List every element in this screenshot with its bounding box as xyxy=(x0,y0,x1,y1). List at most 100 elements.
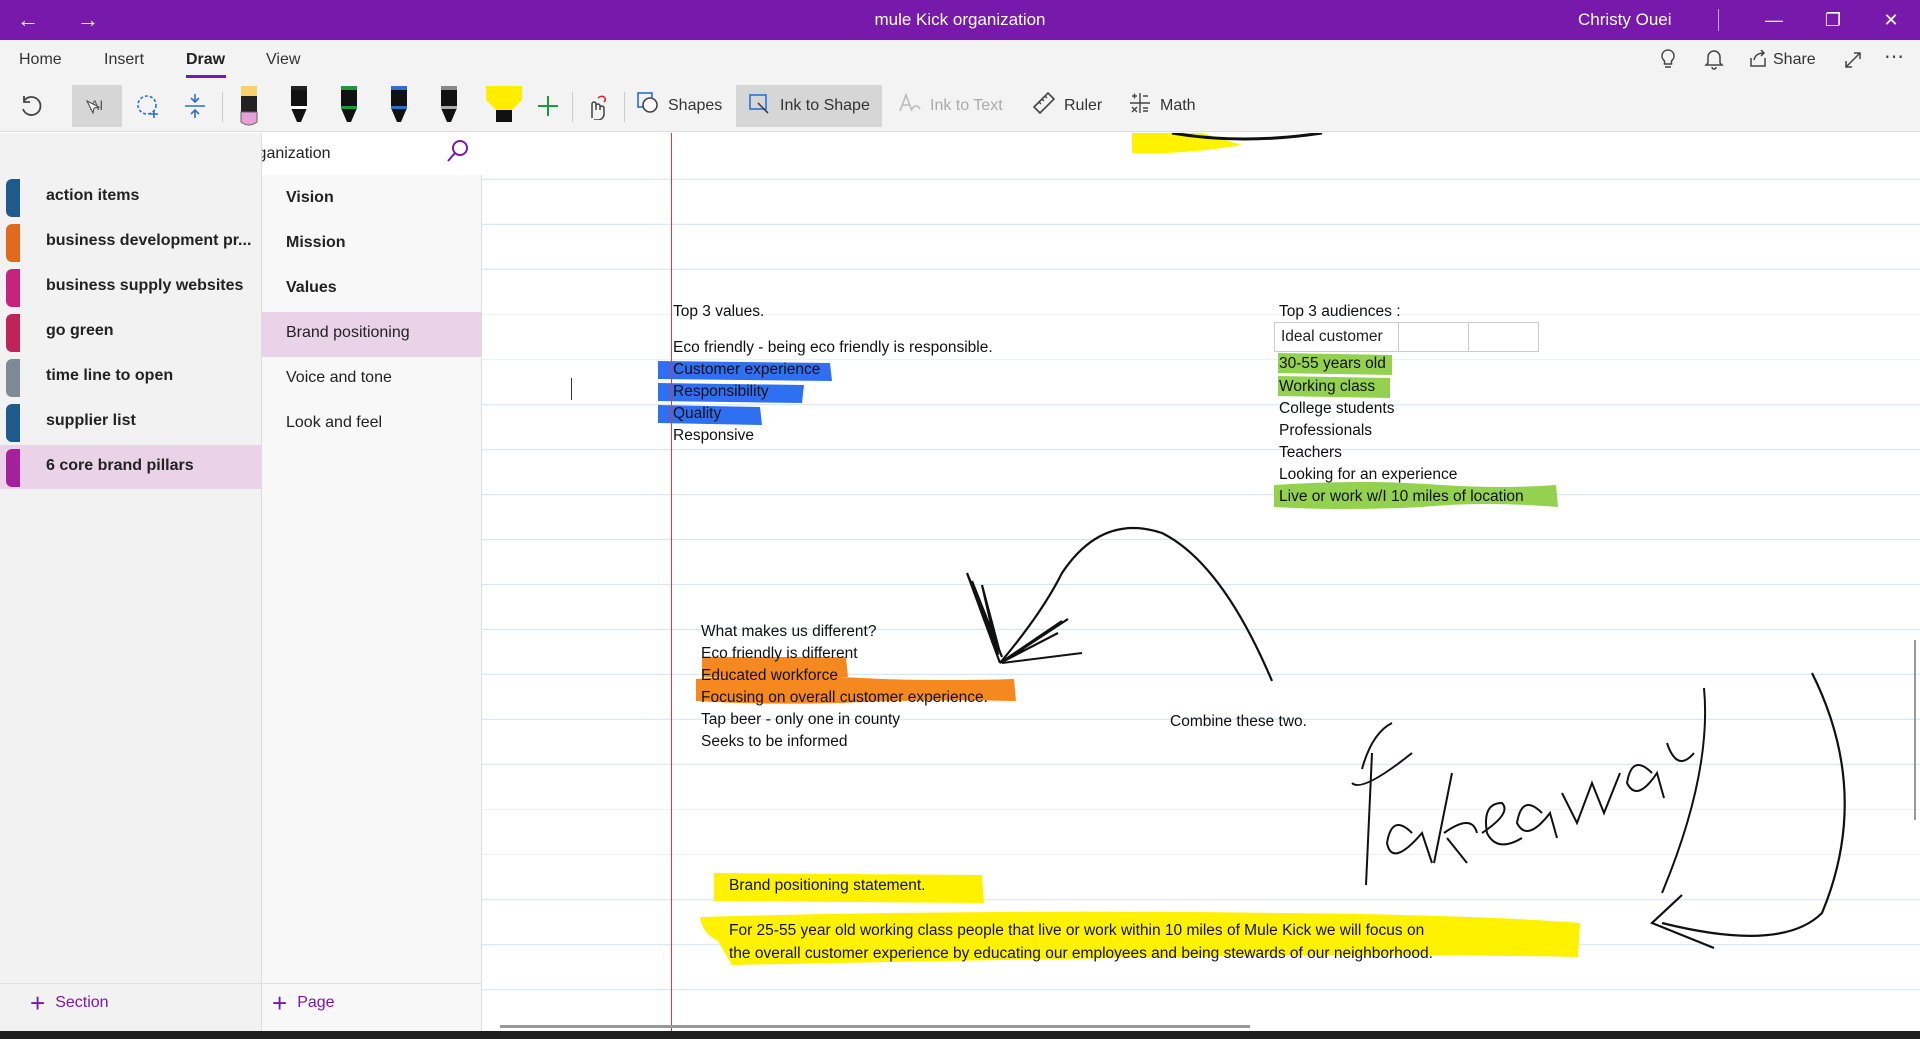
section-label: go green xyxy=(46,322,114,339)
section-color-tab xyxy=(6,404,20,442)
expand-icon[interactable] xyxy=(1843,48,1863,76)
audience-item[interactable]: Teachers xyxy=(1279,444,1342,462)
page-item-values[interactable]: Values xyxy=(262,267,481,312)
lasso-select-icon[interactable] xyxy=(134,85,162,127)
ink-to-shape-label: Ink to Shape xyxy=(780,97,870,114)
tab-insert[interactable]: Insert xyxy=(104,51,144,69)
share-button[interactable]: Share xyxy=(1773,51,1816,69)
tab-draw[interactable]: Draw xyxy=(186,51,225,69)
math-button[interactable]: Math xyxy=(1128,85,1196,127)
shapes-label: Shapes xyxy=(668,97,723,114)
shapes-button[interactable]: Shapes xyxy=(636,85,722,127)
statement-line-1[interactable]: For 25-55 year old working class people … xyxy=(729,922,1424,940)
audience-item[interactable]: 30-55 years old xyxy=(1279,355,1386,373)
audience-item[interactable]: Professionals xyxy=(1279,422,1372,440)
pencil-gray-icon[interactable] xyxy=(434,82,464,130)
audiences-heading[interactable]: Top 3 audiences : xyxy=(1279,303,1401,321)
title-separator xyxy=(1718,9,1719,31)
audience-table-cell[interactable] xyxy=(1398,322,1469,352)
values-intro[interactable]: Eco friendly - being eco friendly is res… xyxy=(673,339,993,357)
pen-blue-icon[interactable] xyxy=(384,82,414,130)
statement-heading[interactable]: Brand positioning statement. xyxy=(729,877,925,895)
add-section-label: Section xyxy=(55,994,109,1011)
minimize-button[interactable]: — xyxy=(1751,6,1797,34)
value-item[interactable]: Quality xyxy=(673,405,721,423)
add-space-icon[interactable] xyxy=(182,85,208,127)
ink-handwriting-t2 xyxy=(1351,752,1413,886)
touch-draw-icon[interactable] xyxy=(584,85,610,127)
add-section-button[interactable]: + Section xyxy=(30,990,109,1016)
section-item-business-supply-websites[interactable]: business supply websites xyxy=(0,265,262,309)
toolbar-separator xyxy=(572,92,573,122)
highlighter-yellow-icon[interactable] xyxy=(484,82,522,130)
section-item-time-line-to-open[interactable]: time line to open xyxy=(0,355,262,399)
value-item[interactable]: Customer experience xyxy=(673,361,820,379)
audience-item[interactable]: Looking for an experience xyxy=(1279,466,1457,484)
shapes-icon xyxy=(636,91,660,121)
draw-toolbar: AI Shapes Ink to Shape Ink to Text Ruler… xyxy=(0,80,1920,132)
audience-item[interactable]: Working class xyxy=(1279,378,1375,396)
different-item[interactable]: Tap beer - only one in county xyxy=(701,711,900,729)
page-label: Look and feel xyxy=(286,414,383,431)
search-icon[interactable] xyxy=(446,139,470,169)
audience-table-cell[interactable] xyxy=(1468,322,1539,352)
different-heading[interactable]: What makes us different? xyxy=(701,623,876,641)
combine-note[interactable]: Combine these two. xyxy=(1170,713,1307,731)
ink-handwriting-e xyxy=(1481,801,1523,846)
ink-to-text-button[interactable]: Ink to Text xyxy=(898,85,1003,127)
vertical-scrollbar[interactable] xyxy=(1914,640,1916,820)
page-item-look-and-feel[interactable]: Look and feel xyxy=(262,402,481,447)
ruler-button[interactable]: Ruler xyxy=(1032,85,1102,127)
page-item-brand-positioning[interactable]: Brand positioning xyxy=(262,312,481,357)
section-item-supplier-list[interactable]: supplier list xyxy=(0,400,262,444)
section-color-tab xyxy=(6,314,20,352)
value-item[interactable]: Responsibility xyxy=(673,383,769,401)
more-options-icon[interactable]: ⋯ xyxy=(1884,44,1904,69)
math-label: Math xyxy=(1160,97,1196,114)
audience-item[interactable]: College students xyxy=(1279,400,1394,418)
different-item[interactable]: Focusing on overall customer experience. xyxy=(701,689,988,707)
section-label: business supply websites xyxy=(46,277,244,294)
ink-handwriting-a3 xyxy=(1625,764,1665,799)
section-item-6-core-brand-pillars[interactable]: 6 core brand pillars xyxy=(0,445,262,489)
add-pen-icon[interactable] xyxy=(536,85,560,127)
ink-handwriting-t xyxy=(1361,722,1393,770)
value-item[interactable]: Responsive xyxy=(673,427,754,445)
highlighter-pink-icon[interactable] xyxy=(234,82,264,130)
note-canvas[interactable]: Top 3 values. Eco friendly - being eco f… xyxy=(482,133,1920,1032)
close-button[interactable]: ✕ xyxy=(1868,6,1914,34)
tab-home[interactable]: Home xyxy=(19,51,62,69)
share-icon[interactable] xyxy=(1748,48,1768,76)
section-color-tab xyxy=(6,449,20,487)
section-item-go-green[interactable]: go green xyxy=(0,310,262,354)
page-item-vision[interactable]: Vision xyxy=(262,177,481,222)
audience-table[interactable]: Ideal customer xyxy=(1274,322,1539,352)
pen-black-icon[interactable] xyxy=(284,82,314,130)
different-item[interactable]: Eco friendly is different xyxy=(701,645,858,663)
different-item[interactable]: Educated workforce xyxy=(701,667,838,685)
toolbar-separator xyxy=(624,92,625,122)
restore-button[interactable]: ❐ xyxy=(1810,6,1856,34)
section-label: action items xyxy=(46,187,140,204)
ink-to-shape-button[interactable]: Ink to Shape xyxy=(736,85,882,127)
pen-green-icon[interactable] xyxy=(334,82,364,130)
horizontal-scrollbar[interactable] xyxy=(500,1025,1250,1028)
page-item-mission[interactable]: Mission xyxy=(262,222,481,267)
tab-view[interactable]: View xyxy=(266,51,300,69)
statement-line-2[interactable]: the overall customer experience by educa… xyxy=(729,945,1433,963)
different-item[interactable]: Seeks to be informed xyxy=(701,733,847,751)
section-item-action-items[interactable]: action items xyxy=(0,175,262,219)
page-label: Vision xyxy=(286,189,334,206)
undo-icon[interactable] xyxy=(18,85,44,127)
ink-big-arrow-curve xyxy=(1661,672,1846,937)
values-heading[interactable]: Top 3 values. xyxy=(673,303,764,321)
page-item-voice-and-tone[interactable]: Voice and tone xyxy=(262,357,481,402)
audience-table-cell[interactable]: Ideal customer xyxy=(1274,322,1399,352)
add-page-button[interactable]: + Page xyxy=(272,990,335,1016)
bell-icon[interactable] xyxy=(1704,48,1724,76)
type-select-icon[interactable]: AI xyxy=(72,85,122,127)
user-name[interactable]: Christy Ouei xyxy=(1578,10,1672,30)
section-item-business-development[interactable]: business development pr... xyxy=(0,220,262,264)
lightbulb-icon[interactable] xyxy=(1658,48,1678,76)
audience-item[interactable]: Live or work w/I 10 miles of location xyxy=(1279,488,1524,506)
